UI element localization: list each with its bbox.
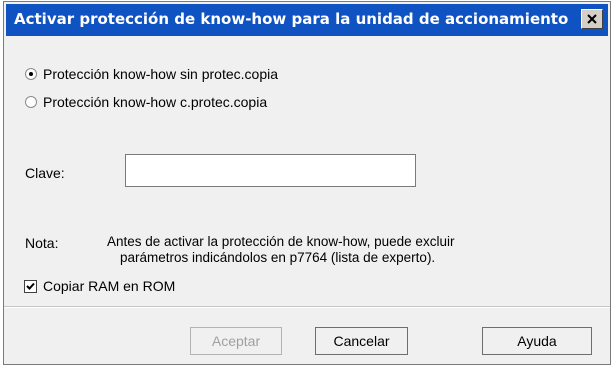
title-bar[interactable]: Activar protección de know-how para la u… [6,4,608,36]
close-icon [587,14,597,24]
note-line-1: Antes de activar la protección de know-h… [107,234,455,249]
button-separator [4,306,610,308]
radio-label-with-copy-protection: Protección know-how c.protec.copia [43,94,268,110]
password-label: Clave: [25,165,65,181]
radio-button-with-copy-protection[interactable] [25,96,37,108]
copy-ram-option[interactable]: Copiar RAM en ROM [24,278,175,294]
note-line-2: parámetros indicándolos en p7764 (lista … [120,250,436,265]
password-input[interactable] [125,154,416,187]
note-text: Antes de activar la protección de know-h… [107,234,547,266]
checkmark-icon [26,282,35,290]
close-button[interactable] [581,9,603,29]
copy-ram-label: Copiar RAM en ROM [43,278,176,294]
note-label: Nota: [25,235,59,251]
radio-button-no-copy-protection[interactable] [25,68,37,80]
dialog-window: Activar protección de know-how para la u… [3,1,611,365]
help-button[interactable]: Ayuda [482,327,592,355]
radio-option-no-copy-protection[interactable]: Protección know-how sin protec.copia [25,65,278,83]
radio-option-with-copy-protection[interactable]: Protección know-how c.protec.copia [25,93,267,111]
cancel-button[interactable]: Cancelar [315,327,408,355]
radio-label-no-copy-protection: Protección know-how sin protec.copia [43,66,279,82]
accept-button[interactable]: Aceptar [190,327,282,355]
window-title: Activar protección de know-how para la u… [14,10,569,28]
copy-ram-checkbox[interactable] [24,279,37,293]
